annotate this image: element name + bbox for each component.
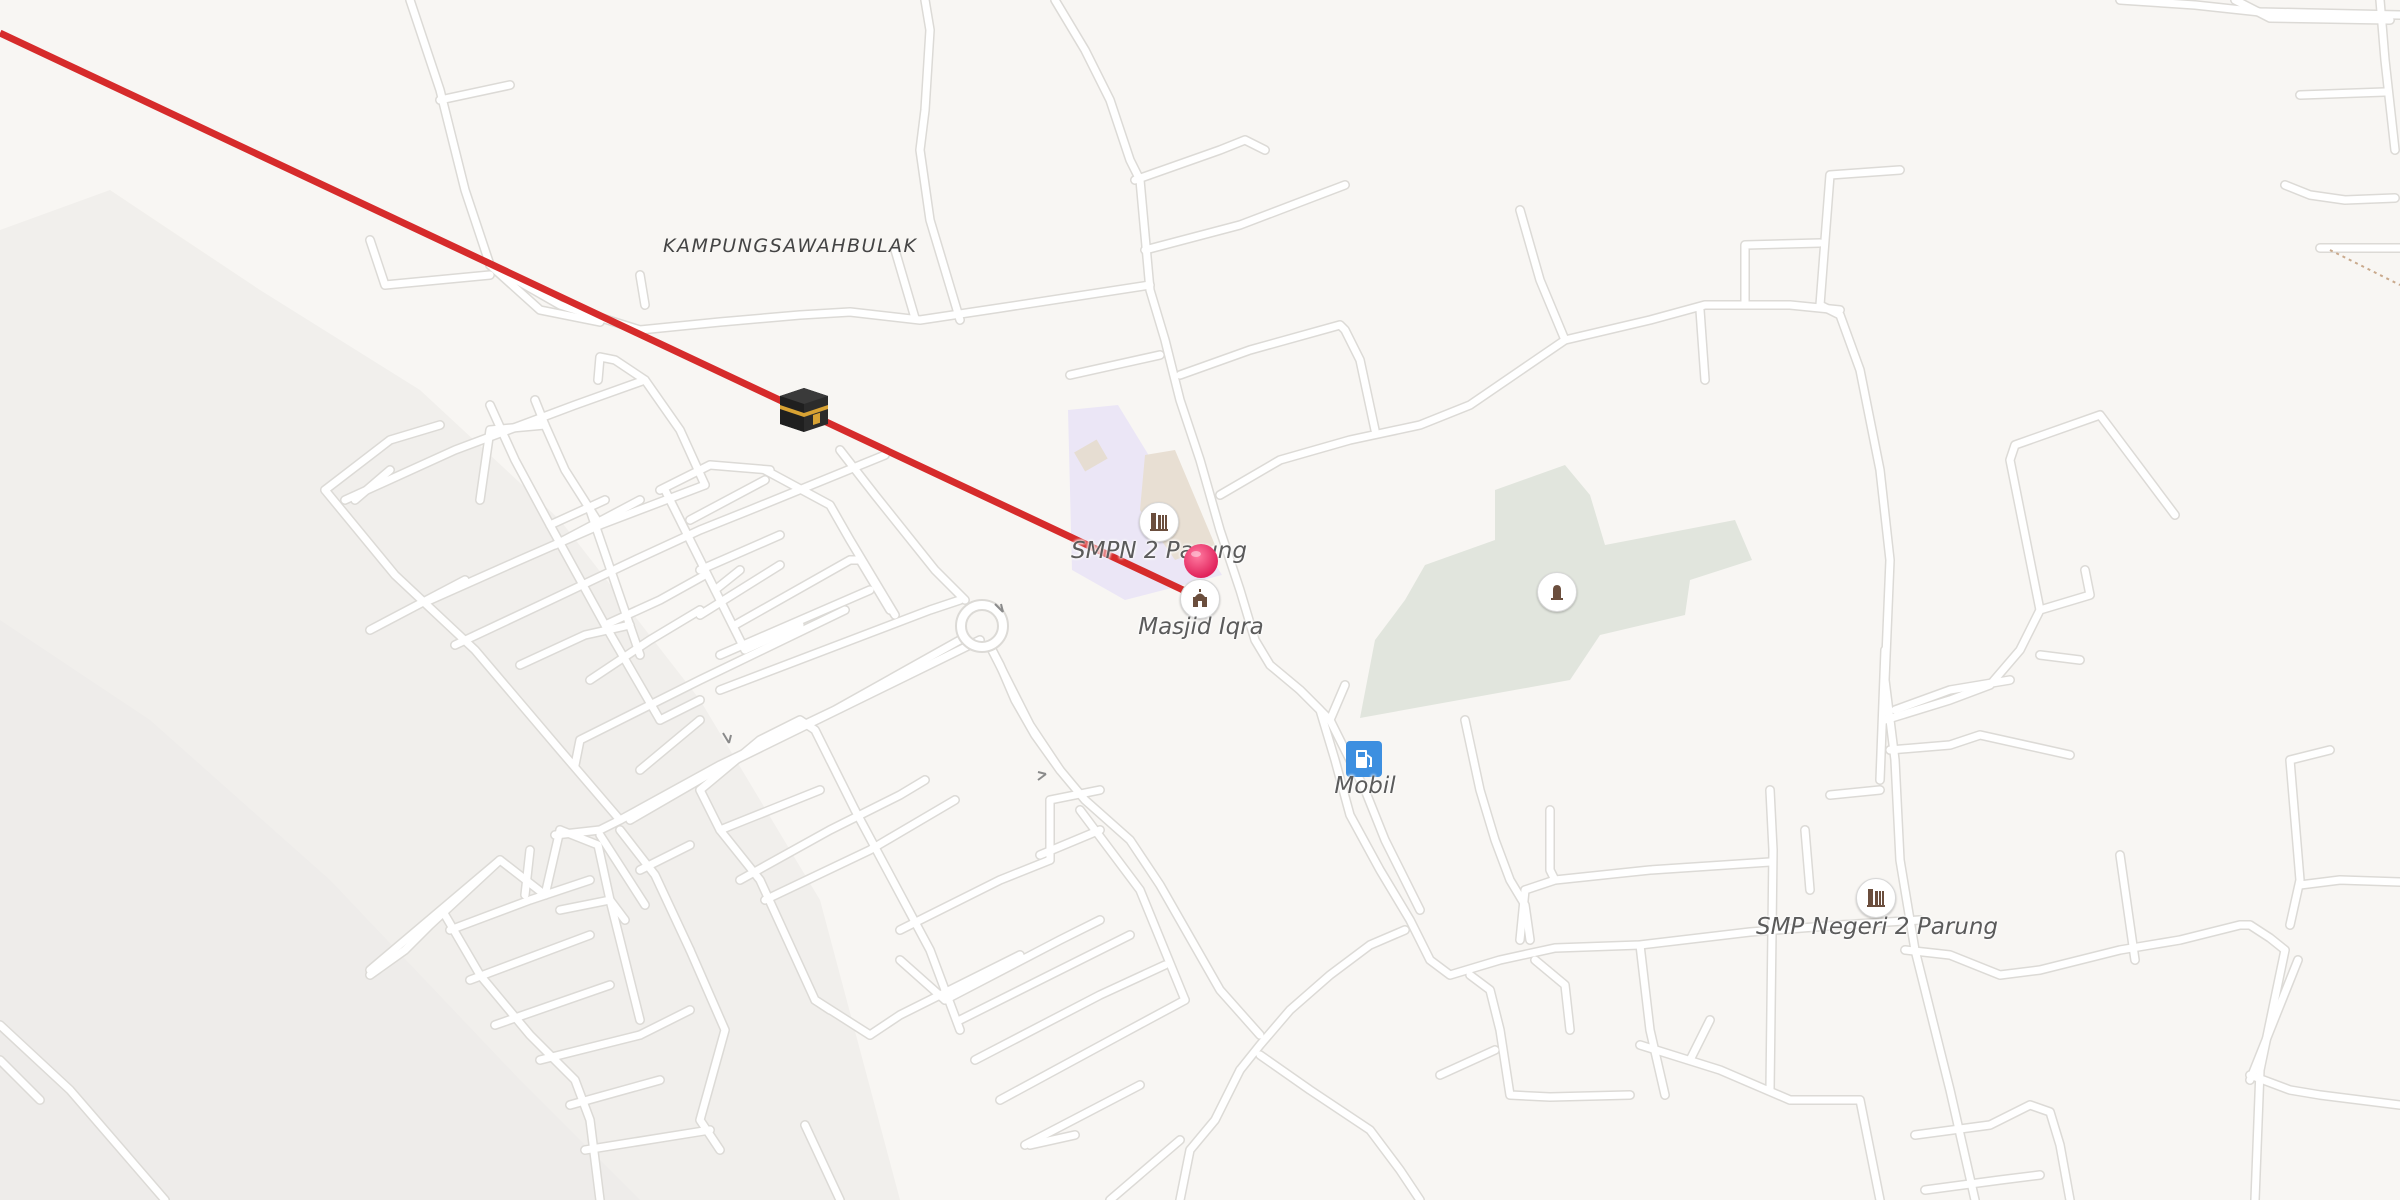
road	[2006, 411, 2179, 614]
road	[971, 961, 1169, 1064]
road	[1436, 1046, 1499, 1079]
road	[866, 951, 1024, 1039]
location-pin-icon[interactable]	[1182, 542, 1220, 584]
road	[436, 81, 514, 104]
road	[1826, 786, 1884, 799]
road	[2296, 88, 2389, 99]
grave-icon[interactable]	[1537, 572, 1577, 612]
road	[2246, 956, 2302, 1084]
road	[1741, 239, 1824, 309]
road-casing	[1255, 1050, 1425, 1200]
road	[996, 996, 1189, 1104]
road	[1686, 1016, 1714, 1064]
road	[1466, 971, 1634, 1101]
school-icon[interactable]	[1856, 878, 1896, 918]
road	[1546, 806, 1774, 884]
road	[891, 246, 919, 322]
road-casing	[593, 352, 710, 490]
road	[1021, 1081, 1144, 1149]
oneway-arrow-icon	[1037, 771, 1047, 781]
fuel-station-icon[interactable]	[1346, 741, 1382, 777]
road	[1696, 306, 1709, 384]
kaaba-icon[interactable]	[776, 384, 832, 440]
road	[896, 856, 1054, 934]
road	[1141, 181, 1349, 254]
road	[1801, 826, 1814, 894]
road	[1921, 1171, 2044, 1194]
road	[1131, 136, 1269, 184]
road	[1636, 1041, 1884, 1200]
road	[836, 446, 969, 604]
poi-label-smpnegeri2: SMP Negeri 2 Parung	[1755, 914, 1999, 940]
map-view[interactable]: KAMPUNGSAWAHBULAK SMPN 2 Parung Masjid I…	[0, 0, 2400, 1200]
road-casing	[985, 641, 1265, 1040]
poi-label-smpn2: SMPN 2 Parung	[1071, 538, 1247, 564]
place-label: KAMPUNGSAWAHBULAK	[663, 235, 918, 257]
road	[521, 846, 534, 899]
road	[1106, 1136, 1184, 1200]
school-icon[interactable]	[1139, 502, 1179, 542]
road	[594, 353, 709, 489]
footpath	[2329, 249, 2400, 286]
road	[636, 271, 649, 309]
road-casing	[1635, 1040, 1885, 1200]
road	[2036, 651, 2084, 664]
road	[1066, 351, 1164, 379]
road	[826, 756, 859, 814]
poi-label-mobil: Mobil	[1334, 773, 1396, 799]
road	[1876, 646, 1889, 784]
road-casing	[1235, 925, 1410, 1075]
road	[1766, 786, 1777, 1094]
mosque-icon[interactable]	[1180, 579, 1220, 619]
road	[1236, 926, 1409, 1074]
road	[696, 531, 784, 574]
road	[1176, 1066, 1244, 1200]
road	[986, 642, 1064, 774]
road-casing	[1740, 238, 1825, 310]
poi-label-masjid: Masjid Iqra	[1138, 614, 1264, 640]
road	[1816, 166, 1904, 309]
